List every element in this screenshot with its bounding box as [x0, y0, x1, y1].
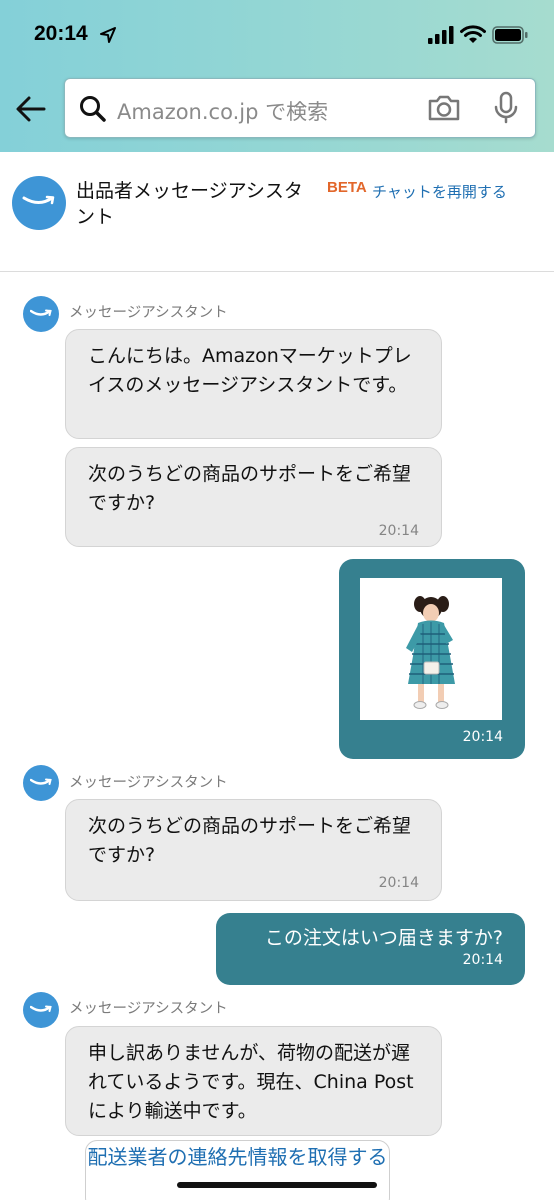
reopen-chat-link[interactable]: チャットを再開する [372, 180, 518, 204]
message-text: 次のうちどの商品のサポートをご希望ですか? [88, 815, 412, 866]
search-bar[interactable]: Amazon.co.jp で検索 [64, 78, 536, 138]
child-dress-product-image [406, 596, 455, 709]
home-indicator[interactable] [177, 1182, 377, 1188]
message-timestamp: 20:14 [462, 952, 503, 968]
product-thumbnail[interactable] [360, 578, 502, 720]
get-carrier-contact-button[interactable]: 配送業者の連絡先情報を取得する [85, 1140, 390, 1200]
back-arrow-icon[interactable] [14, 92, 48, 126]
assistant-avatar-icon [23, 296, 59, 332]
sender-name: メッセージアシスタント [69, 775, 228, 791]
message-text: 次のうちどの商品のサポートをご希望ですか? [88, 463, 412, 514]
message-timestamp: 20:14 [378, 875, 419, 891]
assistant-avatar-icon [23, 992, 59, 1028]
message-bubble-outgoing: この注文はいつ届きますか? 20:14 [216, 913, 525, 985]
wifi-icon [460, 25, 486, 43]
microphone-icon[interactable] [493, 91, 519, 125]
page-title: 出品者メッセージアシスタント [76, 180, 303, 228]
battery-icon [492, 26, 528, 44]
message-bubble-incoming: こんにちは。Amazonマーケットプレイスのメッセージアシスタントです。 [65, 329, 442, 439]
product-message-bubble[interactable]: 20:14 [339, 559, 525, 759]
message-text: 申し訳ありませんが、荷物の配送が遅れているようです。現在、China Postに… [88, 1042, 414, 1122]
message-bubble-incoming: 次のうちどの商品のサポートをご希望ですか? 20:14 [65, 447, 442, 547]
sender-name: メッセージアシスタント [69, 305, 228, 321]
message-timestamp: 20:14 [462, 729, 503, 745]
amazon-smile-logo-icon [12, 176, 66, 230]
status-bar: 20:14 [0, 0, 554, 70]
beta-badge: BETA [327, 179, 367, 196]
message-text: この注文はいつ届きますか? [264, 927, 503, 949]
search-icon[interactable] [79, 95, 107, 123]
assistant-title-row: 出品者メッセージアシスタント BETA チャットを再開する [0, 152, 554, 272]
sender-name: メッセージアシスタント [69, 1001, 228, 1017]
message-text: こんにちは。Amazonマーケットプレイスのメッセージアシスタントです。 [88, 345, 412, 396]
message-bubble-incoming: 次のうちどの商品のサポートをご希望ですか? 20:14 [65, 799, 442, 901]
camera-icon[interactable] [427, 94, 461, 122]
cellular-signal-icon [428, 26, 454, 44]
location-arrow-icon [100, 27, 116, 43]
message-timestamp: 20:14 [378, 523, 419, 539]
message-bubble-incoming: 申し訳ありませんが、荷物の配送が遅れているようです。現在、China Postに… [65, 1026, 442, 1136]
status-time: 20:14 [34, 22, 88, 45]
app-header: 20:14 Amazon.co.jp で検索 [0, 0, 554, 152]
assistant-avatar-icon [23, 765, 59, 801]
search-input[interactable]: Amazon.co.jp で検索 [117, 96, 328, 126]
